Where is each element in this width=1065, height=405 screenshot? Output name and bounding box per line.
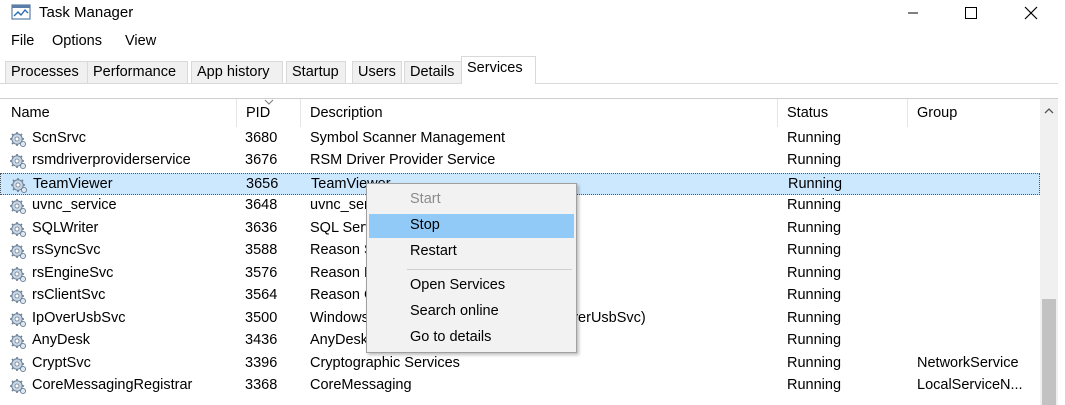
- service-name-cell: rsSyncSvc: [32, 242, 101, 259]
- minimize-icon: [908, 12, 918, 14]
- minimize-button[interactable]: [884, 0, 942, 26]
- context-stop[interactable]: Stop: [369, 214, 574, 238]
- service-name-cell: rsmdriverproviderservice: [32, 152, 191, 169]
- pid-cell: 3396: [245, 354, 278, 371]
- service-name-cell: rsEngineSvc: [32, 264, 114, 281]
- service-gear-icon: [9, 311, 27, 328]
- tab-services[interactable]: Services: [461, 56, 536, 84]
- column-status[interactable]: Status: [778, 99, 908, 127]
- status-cell: Running: [787, 309, 842, 326]
- tab-users[interactable]: Users: [352, 61, 402, 83]
- pid-cell: 3676: [245, 152, 278, 169]
- pid-cell: 3680: [245, 130, 278, 146]
- table-row[interactable]: ScnSrvc 3680 Symbol Scanner Management Runn…: [0, 128, 1040, 151]
- service-gear-icon: [9, 198, 27, 215]
- description-cell: Cryptographic Services: [310, 354, 460, 371]
- sort-chevron-icon: [264, 99, 274, 105]
- status-cell: Running: [787, 130, 842, 146]
- column-header: Name PID Description Status Group: [0, 99, 1040, 127]
- service-name-cell: AnyDesk: [32, 332, 91, 349]
- menu-file[interactable]: File: [11, 33, 34, 49]
- status-cell: Running: [787, 376, 842, 393]
- tab-app-history[interactable]: App history: [191, 61, 283, 83]
- vertical-scrollbar[interactable]: [1040, 99, 1058, 405]
- maximize-icon: [965, 7, 977, 19]
- context-go-to-details[interactable]: Go to details: [369, 326, 574, 350]
- title-bar: Task Manager: [0, 0, 1065, 28]
- tab-performance[interactable]: Performance: [87, 61, 188, 83]
- tab-processes[interactable]: Processes: [5, 61, 88, 83]
- service-name-cell: rsClientSvc: [32, 287, 106, 304]
- status-cell: Running: [787, 242, 842, 259]
- context-menu: Start Stop Restart Open Services Search …: [366, 183, 577, 353]
- status-cell: Running: [787, 152, 842, 169]
- service-name-cell: TeamViewer: [33, 175, 113, 192]
- status-cell: Running: [787, 332, 842, 349]
- service-name-cell: uvnc_service: [32, 197, 117, 214]
- pid-cell: 3564: [245, 287, 278, 304]
- close-button[interactable]: [1002, 0, 1060, 26]
- pid-cell: 3576: [245, 264, 278, 281]
- menu-view[interactable]: View: [125, 33, 156, 49]
- service-gear-icon: [9, 378, 27, 395]
- pid-cell: 3588: [245, 242, 278, 259]
- status-cell: Running: [787, 354, 842, 371]
- group-cell: LocalServiceN...: [917, 376, 1023, 393]
- scroll-up-button[interactable]: [1040, 101, 1058, 121]
- status-cell: Running: [787, 219, 842, 236]
- status-cell: Running: [788, 175, 843, 192]
- description-cell: CoreMessaging: [310, 376, 412, 393]
- service-name-cell: CoreMessagingRegistrar: [32, 376, 193, 393]
- context-start: Start: [410, 191, 441, 207]
- window-title: Task Manager: [39, 4, 134, 21]
- chevron-up-icon: [1044, 108, 1054, 114]
- status-cell: Running: [787, 197, 842, 214]
- pid-cell: 3500: [245, 309, 278, 326]
- menu-options[interactable]: Options: [52, 33, 102, 49]
- description-cell: RSM Driver Provider Service: [310, 152, 496, 169]
- column-name[interactable]: Name: [0, 99, 237, 127]
- pid-cell: 3648: [245, 197, 278, 214]
- tab-strip: Processes Performance App history Startu…: [0, 56, 1058, 84]
- menu-bar: File Options View: [0, 31, 1065, 53]
- scrollbar-thumb[interactable]: [1042, 299, 1056, 405]
- service-gear-icon: [9, 288, 27, 305]
- description-cell: Symbol Scanner Management: [310, 130, 506, 146]
- service-gear-icon: [9, 131, 27, 148]
- pid-cell: 3368: [245, 376, 278, 393]
- service-gear-icon: [9, 333, 27, 350]
- service-name-cell: SQLWriter: [32, 219, 99, 236]
- table-row[interactable]: rsmdriverproviderservice 3676 RSM Driver P…: [0, 150, 1040, 173]
- context-restart[interactable]: Restart: [369, 240, 574, 264]
- service-gear-icon: [9, 153, 27, 170]
- group-cell: NetworkService: [917, 354, 1019, 371]
- service-name-cell: CryptSvc: [32, 354, 91, 371]
- service-gear-icon: [9, 221, 27, 238]
- column-description[interactable]: Description: [301, 99, 778, 127]
- service-gear-icon: [9, 356, 27, 373]
- service-name-cell: IpOverUsbSvc: [32, 309, 126, 326]
- column-group[interactable]: Group: [908, 99, 1040, 127]
- tab-startup[interactable]: Startup: [286, 61, 346, 83]
- tab-details[interactable]: Details: [404, 61, 462, 83]
- context-search-online[interactable]: Search online: [369, 300, 574, 324]
- service-gear-icon: [9, 243, 27, 260]
- status-cell: Running: [787, 287, 842, 304]
- table-row[interactable]: CoreMessagingRegistrar 3368 CoreMessaging R…: [0, 375, 1040, 398]
- pid-cell: 3656: [246, 175, 279, 192]
- service-gear-icon: [10, 177, 28, 194]
- service-name-cell: ScnSrvc: [32, 130, 86, 146]
- table-row[interactable]: CryptSvc 3396 Cryptographic Services Runnin…: [0, 353, 1040, 376]
- pid-cell: 3436: [245, 332, 278, 349]
- close-icon: [1024, 6, 1038, 20]
- maximize-button[interactable]: [942, 0, 1000, 26]
- pid-cell: 3636: [245, 219, 278, 236]
- status-cell: Running: [787, 264, 842, 281]
- context-separator: [407, 269, 572, 270]
- task-manager-icon: [11, 4, 31, 20]
- context-open-services[interactable]: Open Services: [369, 274, 574, 298]
- service-gear-icon: [9, 266, 27, 283]
